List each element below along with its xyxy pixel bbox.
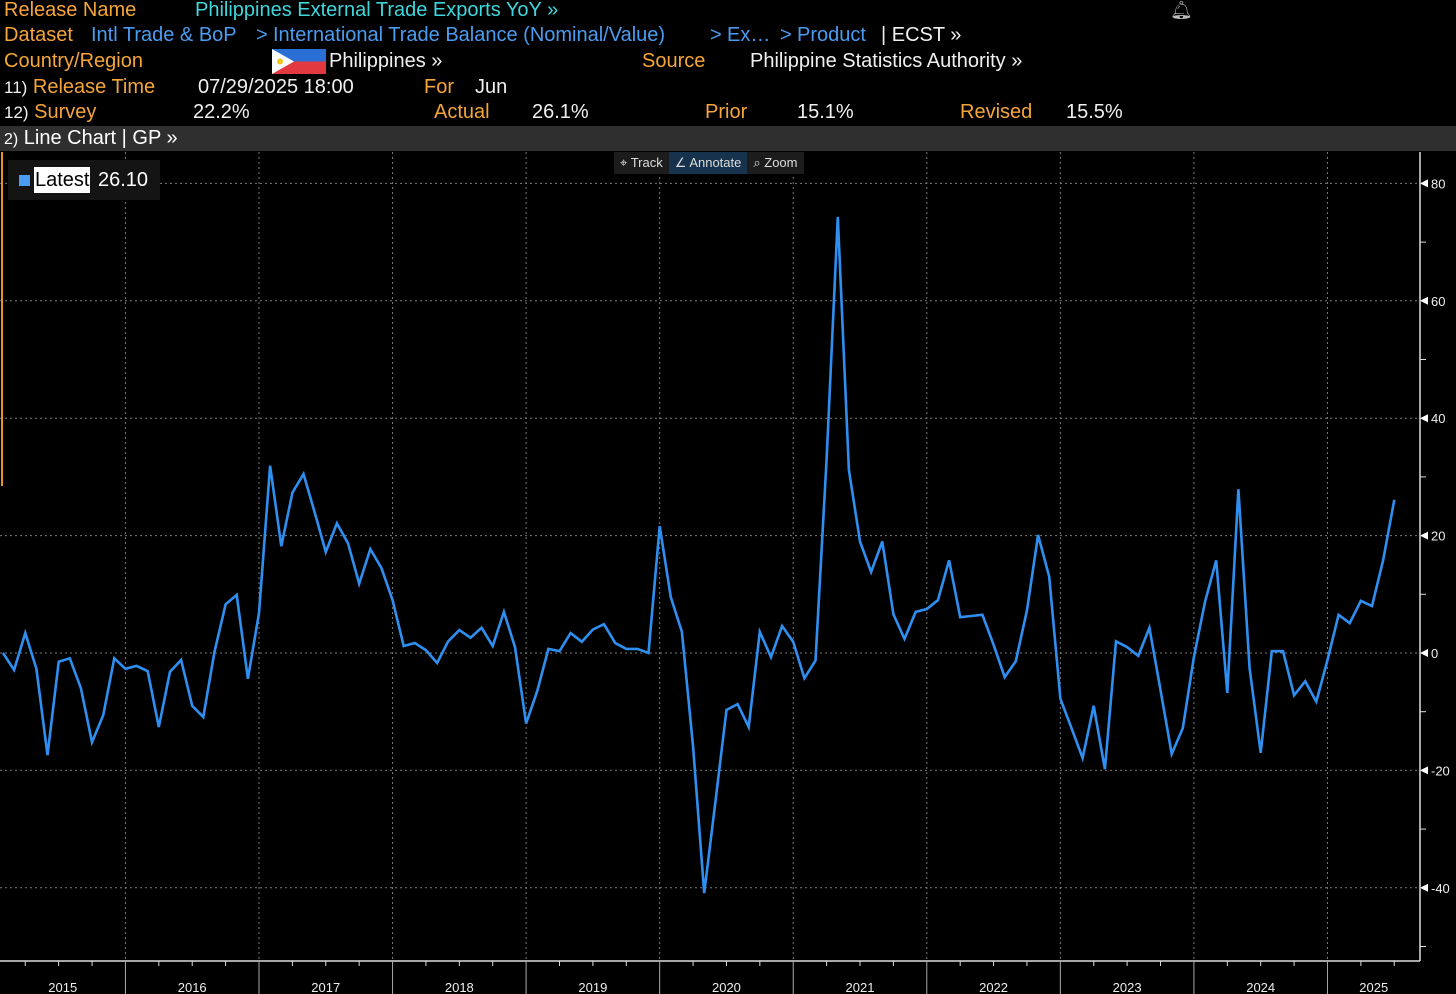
y-tick-label: 40 (1431, 411, 1445, 426)
y-tick-label: -20 (1431, 763, 1450, 778)
y-tick-label: -40 (1431, 881, 1450, 896)
x-tick-label: 2019 (578, 980, 607, 994)
x-tick-label: 2023 (1113, 980, 1142, 994)
x-tick-label: 2020 (712, 980, 741, 994)
legend-value: 26.10 (98, 169, 149, 191)
annotate-button[interactable]: ∠ Annotate (668, 152, 748, 174)
magnifier-icon: ⌕ (753, 155, 761, 170)
y-tick-label: 20 (1431, 529, 1445, 544)
y-tick-marker (1420, 766, 1428, 775)
y-tick-marker (1420, 531, 1428, 540)
y-tick-marker (1420, 649, 1428, 657)
x-tick-label: 2015 (48, 980, 77, 994)
legend-swatch (19, 175, 30, 186)
pencil-icon: ∠ (674, 155, 687, 170)
x-tick-label: 2016 (178, 980, 207, 994)
track-label: Track (630, 155, 663, 170)
y-tick-marker (1420, 414, 1428, 423)
legend-label: Latest (34, 167, 91, 193)
chart-legend[interactable]: Latest 26.10 (8, 160, 160, 200)
y-tick-label: 80 (1431, 176, 1445, 191)
crosshair-icon: ⌖ (620, 155, 628, 170)
x-tick-label: 2022 (979, 980, 1008, 994)
x-tick-label: 2024 (1246, 980, 1275, 994)
annotate-label: Annotate (689, 155, 742, 170)
track-button[interactable]: ⌖ Track (614, 152, 669, 174)
x-tick-label: 2021 (846, 980, 875, 994)
zoom-button[interactable]: ⌕ Zoom (747, 152, 803, 174)
zoom-label: Zoom (764, 155, 798, 170)
y-tick-marker (1420, 883, 1428, 892)
y-tick-marker (1420, 179, 1428, 188)
y-tick-label: 0 (1431, 646, 1438, 661)
y-tick-marker (1420, 296, 1428, 305)
line-chart[interactable]: 80 60 40 20 0 -20 -40 2015 2016 2017 2018 2019 2020 2… (0, 0, 1456, 994)
chart-toolbar: ⌖ Track ∠ Annotate ⌕ Zoom (614, 152, 804, 174)
x-tick-label: 2025 (1359, 980, 1388, 994)
y-tick-label: 60 (1431, 294, 1445, 309)
series-line-latest (1, 216, 1396, 894)
x-tick-label: 2017 (311, 980, 340, 994)
chart-selection-marker (1, 152, 3, 486)
x-tick-label: 2018 (445, 980, 474, 994)
